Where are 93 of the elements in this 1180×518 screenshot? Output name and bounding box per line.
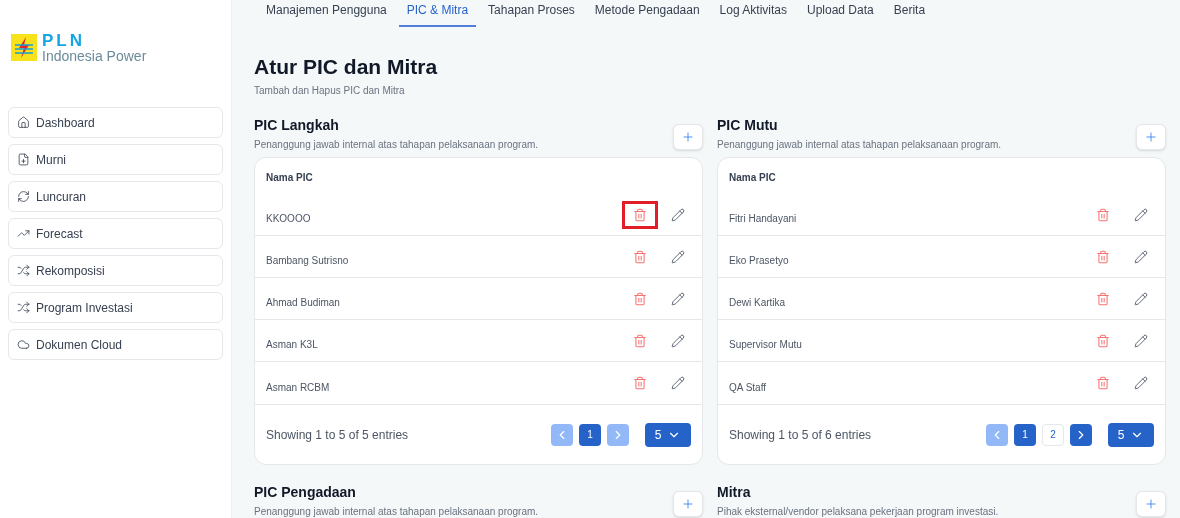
next-page-button[interactable] bbox=[1070, 423, 1092, 446]
sidebar-item[interactable]: Rekomposisi bbox=[8, 255, 223, 286]
table-cell-text: Bambang Sutrisno bbox=[266, 254, 349, 268]
trash-icon bbox=[633, 333, 647, 348]
pencil-icon bbox=[1134, 333, 1148, 348]
trash-icon bbox=[1096, 376, 1110, 390]
file-plus-icon bbox=[17, 153, 30, 166]
page-button[interactable]: 2 bbox=[1042, 423, 1064, 446]
sidebar-item[interactable]: Program Investasi bbox=[8, 292, 223, 323]
delete-button[interactable] bbox=[622, 200, 658, 229]
section-description: Pihak eksternal/vendor pelaksana pekerjaan program investasi. bbox=[717, 505, 999, 518]
trash-icon bbox=[1096, 333, 1110, 348]
plus-icon bbox=[681, 130, 695, 144]
sidebar-item[interactable]: Dashboard bbox=[8, 107, 223, 138]
tab[interactable]: Tahapan Proses bbox=[480, 1, 583, 27]
table-cell-text: Eko Prasetyo bbox=[729, 254, 789, 268]
tab[interactable]: Manajemen Pengguna bbox=[258, 1, 395, 27]
table-cell-text: Fitri Handayani bbox=[729, 212, 797, 226]
trash-icon bbox=[633, 291, 647, 306]
entries-info: Showing 1 to 5 of 5 entries bbox=[266, 426, 409, 444]
edit-button[interactable] bbox=[1133, 290, 1149, 307]
plus-icon bbox=[1144, 130, 1158, 144]
plus-icon bbox=[1144, 497, 1158, 511]
plus-icon bbox=[681, 497, 695, 511]
trash-icon bbox=[1096, 249, 1110, 264]
cloud-icon bbox=[17, 338, 30, 351]
sidebar-item[interactable]: Murni bbox=[8, 144, 223, 175]
shuffle-icon bbox=[17, 264, 30, 277]
page-title: Atur PIC dan Mitra bbox=[254, 55, 439, 79]
trash-icon bbox=[1096, 207, 1110, 222]
section-description: Penanggung jawab internal atas tahapan pelaksanaan program. bbox=[254, 505, 539, 518]
page-subtitle: Tambah dan Hapus PIC dan Mitra bbox=[254, 84, 406, 98]
section-description: Penanggung jawab internal atas tahapan pelaksanaan program. bbox=[717, 138, 1002, 151]
page-size-select[interactable]: 5 bbox=[1108, 422, 1154, 447]
table-cell-text: Supervisor Mutu bbox=[729, 338, 802, 352]
column-header: Nama PIC bbox=[266, 170, 313, 185]
trash-icon bbox=[633, 249, 647, 264]
edit-button[interactable] bbox=[670, 332, 686, 349]
pencil-icon bbox=[671, 291, 685, 306]
trash-icon bbox=[633, 376, 647, 390]
add-button[interactable] bbox=[1136, 491, 1166, 517]
pencil-icon bbox=[671, 333, 685, 348]
pencil-icon bbox=[671, 207, 685, 222]
logo-subtitle: Indonesia Power bbox=[42, 49, 147, 63]
page-button[interactable]: 1 bbox=[1014, 423, 1036, 446]
pencil-icon bbox=[1134, 376, 1148, 390]
edit-button[interactable] bbox=[1133, 332, 1149, 349]
refresh-icon bbox=[17, 190, 30, 203]
entries-info: Showing 1 to 5 of 6 entries bbox=[729, 426, 872, 444]
table-cell-text: Asman RCBM bbox=[266, 380, 330, 395]
pencil-icon bbox=[671, 376, 685, 390]
logo-brand: PLN bbox=[42, 32, 86, 49]
table-cell-text: QA Staff bbox=[729, 380, 767, 395]
edit-button[interactable] bbox=[1133, 248, 1149, 265]
add-button[interactable] bbox=[673, 491, 703, 517]
section-title: PIC Langkah bbox=[254, 116, 340, 134]
section-title: PIC Pengadaan bbox=[254, 483, 357, 501]
tab[interactable]: PIC & Mitra bbox=[398, 1, 477, 27]
tab[interactable]: Log Aktivitas bbox=[711, 1, 795, 27]
section-title: Mitra bbox=[717, 483, 752, 501]
sidebar-item[interactable]: Luncuran bbox=[8, 181, 223, 212]
sidebar-item[interactable]: Forecast bbox=[8, 218, 223, 249]
pencil-icon bbox=[1134, 291, 1148, 306]
edit-button[interactable] bbox=[670, 375, 686, 391]
add-button[interactable] bbox=[1136, 124, 1166, 150]
tab[interactable]: Metode Pengadaan bbox=[586, 1, 708, 27]
pencil-icon bbox=[671, 249, 685, 264]
shuffle-icon bbox=[17, 301, 30, 314]
tab[interactable]: Berita bbox=[885, 1, 934, 27]
table-cell-text: Asman K3L bbox=[266, 338, 318, 352]
pencil-icon bbox=[1134, 249, 1148, 264]
edit-button[interactable] bbox=[670, 206, 686, 223]
add-button[interactable] bbox=[673, 124, 703, 150]
page-button[interactable]: 1 bbox=[579, 423, 601, 446]
sidebar-item[interactable]: Dokumen Cloud bbox=[8, 329, 223, 360]
tab[interactable]: Upload Data bbox=[799, 1, 882, 27]
trash-icon bbox=[1096, 291, 1110, 306]
edit-button[interactable] bbox=[670, 290, 686, 307]
table-cell-text: Ahmad Budiman bbox=[266, 296, 340, 310]
edit-button[interactable] bbox=[1133, 206, 1149, 223]
section-title: PIC Mutu bbox=[717, 116, 779, 134]
edit-button[interactable] bbox=[1133, 375, 1149, 391]
logo-icon bbox=[11, 34, 37, 61]
table-cell-text: KKOOOO bbox=[266, 212, 311, 226]
trash-icon bbox=[633, 207, 647, 222]
edit-button[interactable] bbox=[670, 248, 686, 265]
column-header: Nama PIC bbox=[729, 170, 776, 185]
pencil-icon bbox=[1134, 207, 1148, 222]
home-icon bbox=[17, 116, 30, 129]
section-description: Penanggung jawab internal atas tahapan pelaksanaan program. bbox=[254, 138, 539, 151]
trend-chart-icon bbox=[17, 227, 30, 240]
page-size-select[interactable]: 5 bbox=[645, 422, 691, 447]
table-cell-text: Dewi Kartika bbox=[729, 296, 786, 310]
